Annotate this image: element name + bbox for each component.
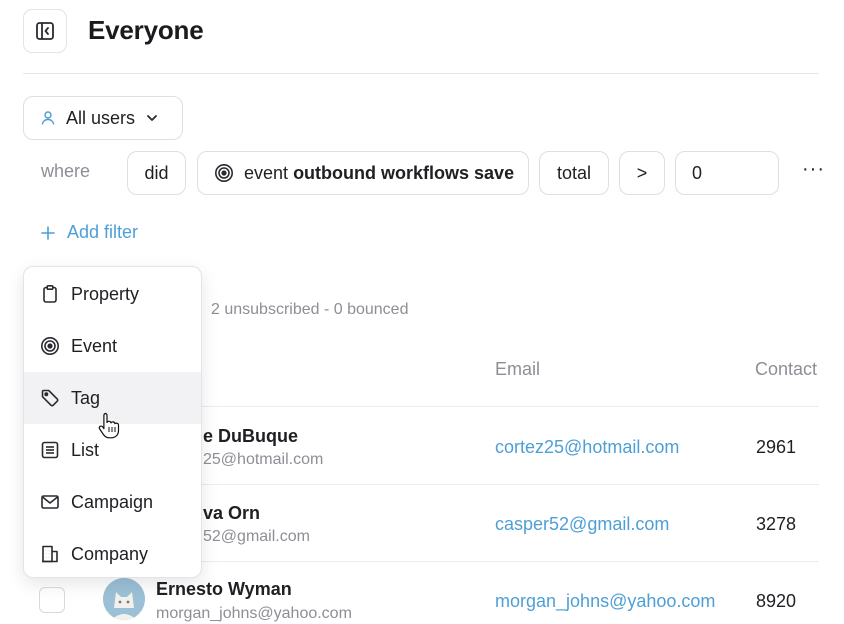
filter-aggregate-select[interactable]: total — [539, 151, 609, 195]
row-name: Ernesto Wyman — [156, 579, 292, 599]
chevron-down-icon — [147, 115, 157, 121]
target-icon — [41, 337, 59, 355]
menu-item-label: Campaign — [71, 491, 154, 512]
column-header-email[interactable]: Email — [495, 359, 540, 380]
row-contact: 8920 — [756, 591, 797, 611]
target-icon — [215, 164, 233, 182]
row-subtitle: 52@gmail.com — [203, 528, 310, 545]
add-filter-label: Add filter — [67, 222, 139, 242]
hand-pointer-cursor — [98, 412, 120, 439]
clipboard-icon — [43, 284, 57, 303]
list-icon — [41, 441, 59, 459]
filter-verb-label: did — [144, 162, 169, 183]
menu-item-campaign[interactable]: Campaign — [24, 476, 201, 528]
building-icon — [42, 545, 58, 563]
row-email-link[interactable]: morgan_johns@yahoo.com — [495, 591, 715, 612]
menu-item-label: Event — [71, 335, 118, 356]
row-checkbox[interactable] — [39, 587, 65, 613]
row-name: e DuBuque — [203, 426, 299, 446]
sidebar-toggle-button[interactable] — [23, 9, 67, 53]
row-subtitle: morgan_johns@yahoo.com — [156, 605, 352, 622]
row-contact: 3278 — [756, 514, 797, 534]
row-email-link[interactable]: cortez25@hotmail.com — [495, 437, 679, 458]
filter-aggregate-label: total — [556, 162, 592, 183]
segment-label: All users — [66, 107, 136, 128]
menu-item-label: List — [71, 439, 100, 460]
user-icon — [41, 111, 55, 125]
menu-item-event[interactable]: Event — [24, 320, 201, 372]
add-filter-button[interactable]: Add filter — [41, 222, 138, 243]
page-title: Everyone — [88, 15, 204, 45]
row-subtitle: 25@hotmail.com — [203, 451, 324, 468]
row-email-link[interactable]: casper52@gmail.com — [495, 514, 669, 535]
mail-icon — [41, 495, 59, 509]
filter-event-text: event outbound workflows save — [244, 163, 514, 184]
menu-item-label: Tag — [71, 387, 101, 408]
row-name: va Orn — [203, 503, 261, 523]
filter-event-name: outbound workflows save — [293, 162, 515, 183]
filter-operator-label: > — [636, 162, 648, 183]
menu-item-label: Property — [71, 283, 140, 304]
column-header-contact[interactable]: Contact — [755, 359, 817, 380]
filter-value-text: 0 — [692, 162, 703, 183]
header-divider — [23, 73, 819, 74]
filter-event-prefix: event — [244, 162, 289, 183]
segment-select[interactable]: All users — [23, 96, 183, 140]
filter-value-input[interactable]: 0 — [675, 151, 779, 195]
menu-item-label: Company — [71, 543, 149, 564]
menu-item-company[interactable]: Company — [24, 528, 201, 580]
filter-event-select[interactable]: event outbound workflows save — [197, 151, 529, 195]
cat-avatar-icon — [103, 578, 145, 620]
avatar — [103, 578, 145, 620]
where-label: where — [41, 161, 91, 181]
tag-icon — [41, 389, 59, 407]
row-contact: 2961 — [756, 437, 797, 457]
plus-icon — [41, 225, 55, 240]
sidebar-collapse-icon — [36, 22, 54, 40]
more-options-button[interactable]: ··· — [802, 158, 825, 181]
menu-item-property[interactable]: Property — [24, 268, 201, 320]
filter-verb-select[interactable]: did — [127, 151, 186, 195]
subscription-summary: 2 unsubscribed - 0 bounced — [211, 301, 409, 318]
filter-operator-select[interactable]: > — [619, 151, 665, 195]
